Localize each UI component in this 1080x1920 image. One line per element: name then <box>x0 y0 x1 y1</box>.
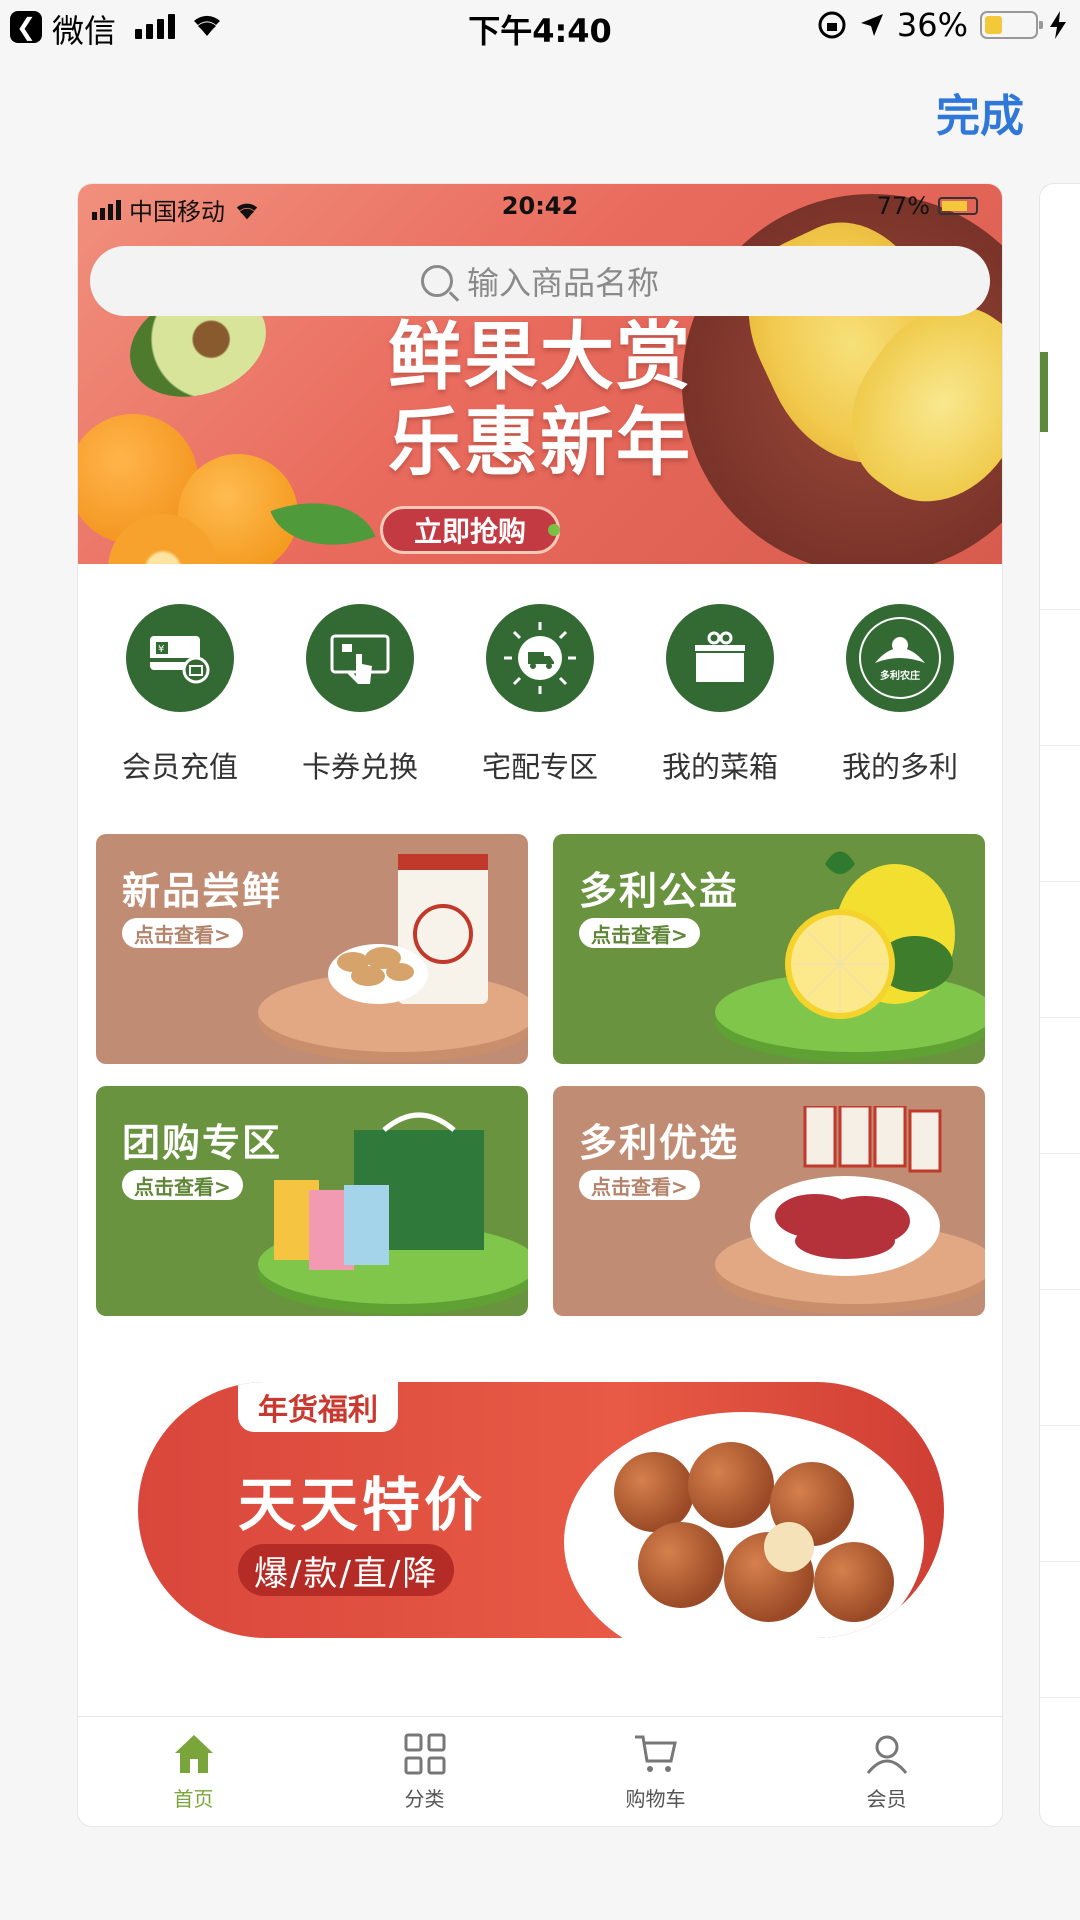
menu-item-delivery[interactable]: 宅配专区 <box>460 604 620 786</box>
farm-logo-icon: 多利农庄 <box>846 604 954 712</box>
menu-item-veg-box[interactable]: 我的菜箱 <box>640 604 800 786</box>
tab-label: 会员 <box>866 1787 907 1811</box>
hero-title-line1: 鲜果大赏 <box>388 314 692 400</box>
cart-icon <box>634 1735 677 1772</box>
tab-home[interactable]: 首页 <box>78 1717 309 1826</box>
tab-label: 首页 <box>173 1787 214 1811</box>
tab-label: 分类 <box>404 1787 445 1811</box>
search-icon <box>420 265 453 297</box>
inner-battery-icon <box>938 197 978 215</box>
next-preview-card[interactable] <box>1040 184 1080 1826</box>
menu-label: 卡券兑换 <box>301 750 418 784</box>
delivery-truck-icon <box>486 604 594 712</box>
tile-group-buy[interactable]: 团购专区 点击查看> <box>96 1086 528 1316</box>
rotation-lock-icon <box>818 11 846 39</box>
carousel-indicator <box>548 524 560 536</box>
touch-screen-icon <box>306 604 414 712</box>
menu-item-recharge[interactable]: ¥ 会员充值 <box>100 604 260 786</box>
search-input[interactable]: 输入商品名称 <box>90 246 990 316</box>
home-icon <box>174 1735 213 1773</box>
gift-box-icon <box>666 604 774 712</box>
battery-icon <box>980 11 1043 39</box>
view-link[interactable]: 点击查看> <box>122 918 243 948</box>
tab-label: 购物车 <box>625 1787 686 1811</box>
menu-label: 我的多利 <box>841 750 958 784</box>
tab-category[interactable]: 分类 <box>309 1717 540 1826</box>
promo-banner[interactable]: 年货福利 天天特价 爆/款/直/降 <box>138 1382 944 1638</box>
tile-title: 新品尝鲜 <box>122 869 283 913</box>
hero-title-line2: 乐惠新年 <box>388 400 692 486</box>
quick-menu: ¥ 会员充值 卡券兑换 宅配专区 我的菜箱 多利农庄 我的多利 <box>78 604 1002 786</box>
card-icon: ¥ <box>126 604 234 712</box>
buy-now-button[interactable]: 立即抢购 <box>380 506 560 554</box>
view-link[interactable]: 点击查看> <box>579 918 700 948</box>
svg-text:¥: ¥ <box>158 644 164 655</box>
view-link[interactable]: 点击查看> <box>579 1170 700 1200</box>
tile-title: 团购专区 <box>122 1121 283 1165</box>
menu-item-my-dolly[interactable]: 多利农庄 我的多利 <box>820 604 980 786</box>
tile-dolly-select[interactable]: 多利优选 点击查看> <box>553 1086 985 1316</box>
tile-title: 多利公益 <box>579 869 740 913</box>
tab-cart[interactable]: 购物车 <box>540 1717 771 1826</box>
view-link[interactable]: 点击查看> <box>122 1170 243 1200</box>
charging-icon <box>1050 11 1066 39</box>
tile-new-products[interactable]: 新品尝鲜 点击查看> <box>96 834 528 1064</box>
grid-icon <box>404 1733 445 1775</box>
battery-percent: 36% <box>896 6 968 44</box>
inner-status-bar: 中国移动 20:42 77% <box>78 184 1002 228</box>
location-icon <box>860 14 883 36</box>
hero-banner[interactable]: 中国移动 20:42 77% 输入商品名称 鲜果大赏 乐惠新年 立即抢购 <box>78 184 1002 564</box>
done-button[interactable]: 完成 <box>936 80 1024 144</box>
promo-subtitle: 爆/款/直/降 <box>238 1544 455 1596</box>
inner-time: 20:42 <box>501 192 579 220</box>
hero-title: 鲜果大赏 乐惠新年 <box>78 314 1002 486</box>
menu-label: 宅配专区 <box>481 750 598 784</box>
peanut-bag-image <box>328 854 488 1004</box>
inner-battery-percent: 77% <box>876 192 930 220</box>
user-icon <box>866 1735 907 1774</box>
menu-label: 我的菜箱 <box>661 750 778 784</box>
os-status-bar: ❮ 微信 下午4:40 36% <box>0 0 1080 54</box>
search-placeholder: 输入商品名称 <box>466 264 659 302</box>
tile-title: 多利优选 <box>579 1121 740 1165</box>
promo-tag: 年货福利 <box>238 1382 398 1432</box>
tab-member[interactable]: 会员 <box>771 1717 1002 1826</box>
gift-set-image <box>274 1112 484 1270</box>
menu-label: 会员充值 <box>121 750 238 784</box>
meat-image <box>750 1106 942 1276</box>
menu-item-coupon[interactable]: 卡券兑换 <box>280 604 440 786</box>
app-preview-card[interactable]: 中国移动 20:42 77% 输入商品名称 鲜果大赏 乐惠新年 立即抢购 ¥ 会… <box>78 184 1002 1826</box>
svg-text:多利农庄: 多利农庄 <box>880 669 920 682</box>
tile-charity[interactable]: 多利公益 点击查看> <box>553 834 985 1064</box>
lemon-image <box>785 851 955 1019</box>
promo-title: 天天特价 <box>238 1471 487 1539</box>
bottom-tab-bar: 首页 分类 购物车 会员 <box>78 1716 1002 1826</box>
